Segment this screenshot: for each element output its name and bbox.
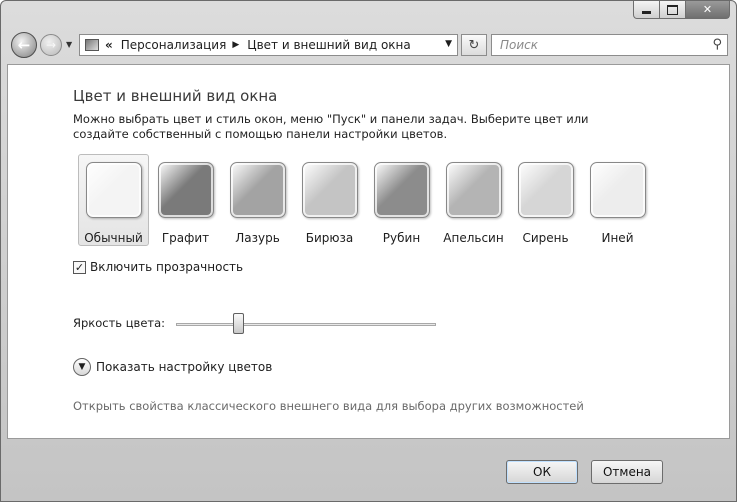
content-pane: Цвет и внешний вид окна Можно выбрать цв… — [7, 64, 730, 439]
cancel-button[interactable]: Отмена — [591, 460, 663, 484]
expand-chevron-icon: ▼ — [73, 358, 91, 376]
page-description: Можно выбрать цвет и стиль окон, меню "П… — [73, 112, 589, 141]
refresh-icon: ↻ — [468, 37, 480, 53]
show-color-settings[interactable]: ▼ Показать настройку цветов — [73, 358, 272, 376]
search-icon[interactable]: ⚲ — [712, 37, 722, 52]
brightness-slider-thumb[interactable] — [233, 313, 245, 334]
close-button[interactable]: ✕ — [686, 1, 730, 19]
breadcrumb-personalization[interactable]: Персонализация — [121, 38, 227, 52]
arrow-right-icon: → — [45, 38, 57, 52]
show-color-settings-label: Показать настройку цветов — [96, 360, 273, 374]
color-swatch-default[interactable]: Обычный — [78, 154, 149, 246]
refresh-button[interactable]: ↻ — [461, 34, 487, 56]
forward-button[interactable]: → — [40, 34, 62, 56]
color-tile — [301, 162, 358, 218]
transparency-checkbox[interactable]: ✓ — [73, 260, 86, 274]
color-tile — [157, 162, 214, 218]
color-swatch-label: Рубин — [382, 231, 421, 245]
transparency-option[interactable]: ✓ Включить прозрачность — [73, 260, 243, 274]
color-swatch-label: Лазурь — [235, 231, 280, 245]
color-swatch-frost[interactable]: Иней — [582, 154, 653, 246]
caption-buttons: ✕ — [633, 1, 730, 19]
color-swatch-lilac[interactable]: Сирень — [510, 154, 581, 246]
color-tile — [229, 162, 286, 218]
color-tile — [445, 162, 502, 218]
ok-button[interactable]: ОК — [506, 460, 578, 484]
color-scheme-list: Обычный Графит Лазурь Бирюза Рубин Апель… — [78, 154, 654, 246]
color-swatch-label: Сирень — [522, 231, 569, 245]
color-swatch-ruby[interactable]: Рубин — [366, 154, 437, 246]
back-button[interactable]: ← — [11, 32, 37, 58]
color-tile — [589, 162, 646, 218]
color-swatch-graphite[interactable]: Графит — [150, 154, 221, 246]
breadcrumb-separator-icon[interactable]: ▶ — [232, 40, 239, 50]
search-input[interactable] — [498, 37, 702, 53]
control-panel-icon — [85, 39, 99, 51]
color-swatch-label: Графит — [161, 231, 210, 245]
minimize-icon — [642, 11, 651, 14]
color-swatch-orange[interactable]: Апельсин — [438, 154, 509, 246]
color-tile — [517, 162, 574, 218]
color-swatch-azure[interactable]: Лазурь — [222, 154, 293, 246]
color-swatch-label: Апельсин — [443, 231, 504, 245]
color-swatch-teal[interactable]: Бирюза — [294, 154, 365, 246]
close-icon: ✕ — [702, 3, 713, 16]
transparency-label: Включить прозрачность — [90, 260, 244, 274]
recent-pages-dropdown[interactable]: ▼ — [66, 40, 72, 49]
maximize-button[interactable] — [660, 1, 686, 19]
chevron-down-icon: ▼ — [66, 40, 73, 49]
navigation-bar: ← → ▼ « Персонализация ▶ Цвет и внешний … — [1, 27, 736, 63]
checkmark-icon: ✓ — [74, 260, 85, 274]
address-dropdown-icon[interactable]: ▼ — [445, 39, 452, 49]
window: ✕ ← → ▼ « Персонализация ▶ Цвет и внешни… — [0, 0, 737, 502]
color-swatch-label: Обычный — [84, 231, 143, 245]
breadcrumb-overflow[interactable]: « — [105, 38, 113, 52]
brightness-label: Яркость цвета: — [73, 316, 166, 330]
color-tile — [373, 162, 430, 218]
color-swatch-label: Иней — [601, 231, 634, 245]
color-swatch-label: Бирюза — [305, 231, 354, 245]
minimize-button[interactable] — [633, 1, 660, 19]
page-title: Цвет и внешний вид окна — [73, 87, 278, 105]
address-bar[interactable]: « Персонализация ▶ Цвет и внешний вид ок… — [79, 34, 458, 56]
arrow-left-icon: ← — [17, 36, 31, 54]
brightness-slider-track[interactable] — [176, 323, 436, 326]
classic-appearance-link[interactable]: Открыть свойства классического внешнего … — [73, 399, 584, 413]
breadcrumb-current[interactable]: Цвет и внешний вид окна — [247, 38, 411, 52]
maximize-icon — [667, 4, 678, 15]
color-tile — [85, 162, 142, 218]
search-box: ⚲ — [491, 34, 728, 56]
